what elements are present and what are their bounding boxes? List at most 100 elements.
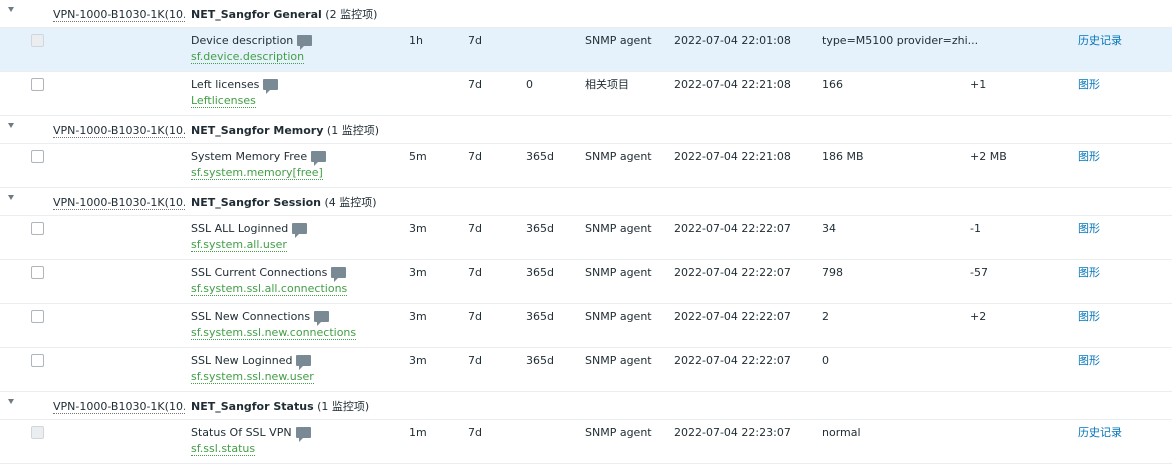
application-title: NET_Sangfor Memory [191, 124, 324, 137]
history-period: 7d [468, 222, 482, 235]
item-checkbox[interactable] [31, 310, 44, 323]
application-group-row: VPN-1000-B1030-1K(10... NET_Sangfor Gener… [0, 0, 1172, 28]
item-key: sf.system.all.user [191, 238, 287, 252]
item-count: (1 监控项) [326, 124, 379, 137]
description-icon[interactable] [295, 427, 311, 442]
item-name: SSL New Connections [191, 310, 330, 326]
last-check-time: 2022-07-04 22:01:08 [674, 34, 791, 47]
last-check-time: 2022-07-04 22:21:08 [674, 150, 791, 163]
item-type: SNMP agent [585, 310, 652, 323]
graph-link[interactable]: 图形 [1078, 266, 1100, 280]
item-row: SSL New Connections sf.system.ssl.new.con… [0, 304, 1172, 348]
last-value: 2 [822, 310, 829, 323]
item-key: sf.ssl.status [191, 442, 256, 456]
item-name: SSL Current Connections [191, 266, 347, 282]
last-check-time: 2022-07-04 22:22:07 [674, 354, 791, 367]
description-icon[interactable] [311, 151, 327, 166]
description-icon[interactable] [292, 223, 308, 238]
item-type: SNMP agent [585, 34, 652, 47]
last-value: type=M5100 provider=zhi... [822, 34, 979, 47]
item-name: SSL ALL Loginned [191, 222, 308, 238]
value-change: +1 [970, 78, 987, 91]
item-row: System Memory Free sf.system.memory[free]… [0, 144, 1172, 188]
trends-period: 365d [526, 266, 554, 279]
last-value: 166 [822, 78, 843, 91]
last-value: 34 [822, 222, 836, 235]
host-name-link[interactable]: VPN-1000-B1030-1K(10... [53, 400, 185, 414]
item-name: System Memory Free [191, 150, 327, 166]
last-check-time: 2022-07-04 22:23:07 [674, 426, 791, 439]
application-group-row: VPN-1000-B1030-1K(10... NET_Sangfor Statu… [0, 392, 1172, 420]
graph-link[interactable]: 图形 [1078, 150, 1100, 164]
update-interval: 1h [409, 34, 423, 47]
collapse-toggle-icon[interactable] [8, 399, 14, 404]
item-key: Leftlicenses [191, 94, 256, 108]
item-count: (1 监控项) [317, 400, 370, 413]
trends-period: 365d [526, 354, 554, 367]
trends-period: 365d [526, 310, 554, 323]
item-checkbox[interactable] [31, 222, 44, 235]
item-name: Left licenses [191, 78, 279, 94]
collapse-toggle-icon[interactable] [8, 7, 14, 12]
collapse-toggle-icon[interactable] [8, 195, 14, 200]
last-check-time: 2022-07-04 22:22:07 [674, 222, 791, 235]
application-name: NET_Sangfor Session (4 监控项) [191, 196, 377, 209]
item-type: SNMP agent [585, 150, 652, 163]
application-title: NET_Sangfor Session [191, 196, 322, 209]
item-checkbox[interactable] [31, 354, 44, 367]
item-row: Left licenses Leftlicenses 7d 0 相关项目 2022-07-… [0, 72, 1172, 116]
description-icon[interactable] [296, 355, 312, 370]
item-checkbox [31, 34, 44, 47]
item-key: sf.system.memory[free] [191, 166, 323, 180]
item-count: (4 监控项) [324, 196, 377, 209]
item-key: sf.device.description [191, 50, 305, 64]
collapse-toggle-icon[interactable] [8, 123, 14, 128]
item-name-label: Status Of SSL VPN [191, 426, 292, 439]
update-interval: 3m [409, 354, 427, 367]
graph-link[interactable]: 图形 [1078, 310, 1100, 324]
item-row: Status Of SSL VPN sf.ssl.status 1m 7d SNMP a… [0, 420, 1172, 464]
history-link[interactable]: 历史记录 [1078, 426, 1122, 440]
history-period: 7d [468, 150, 482, 163]
history-period: 7d [468, 34, 482, 47]
item-count: (2 监控项) [325, 8, 378, 21]
trends-period: 365d [526, 222, 554, 235]
graph-link[interactable]: 图形 [1078, 354, 1100, 368]
history-period: 7d [468, 78, 482, 91]
description-icon[interactable] [314, 311, 330, 326]
item-row: SSL New Loginned sf.system.ssl.new.user 3m… [0, 348, 1172, 392]
value-change: -1 [970, 222, 981, 235]
host-name-link[interactable]: VPN-1000-B1030-1K(10... [53, 124, 185, 138]
item-type: SNMP agent [585, 266, 652, 279]
last-check-time: 2022-07-04 22:22:07 [674, 310, 791, 323]
application-name: NET_Sangfor Status (1 监控项) [191, 400, 369, 413]
last-value: normal [822, 426, 861, 439]
application-group-row: VPN-1000-B1030-1K(10... NET_Sangfor Memor… [0, 116, 1172, 144]
item-key: sf.system.ssl.new.user [191, 370, 314, 384]
graph-link[interactable]: 图形 [1078, 78, 1100, 92]
host-name-link[interactable]: VPN-1000-B1030-1K(10... [53, 8, 185, 22]
application-name: NET_Sangfor Memory (1 监控项) [191, 124, 379, 137]
description-icon[interactable] [331, 267, 347, 282]
item-checkbox[interactable] [31, 266, 44, 279]
update-interval: 3m [409, 222, 427, 235]
item-name-label: SSL New Connections [191, 310, 311, 323]
history-link[interactable]: 历史记录 [1078, 34, 1122, 48]
application-title: NET_Sangfor Status [191, 400, 314, 413]
history-period: 7d [468, 266, 482, 279]
item-key: sf.system.ssl.all.connections [191, 282, 348, 296]
application-group-row: VPN-1000-B1030-1K(10... NET_Sangfor Sessi… [0, 188, 1172, 216]
item-name-label: Device description [191, 34, 294, 47]
item-checkbox [31, 426, 44, 439]
item-checkbox[interactable] [31, 78, 44, 91]
value-change: -57 [970, 266, 988, 279]
host-name-link[interactable]: VPN-1000-B1030-1K(10... [53, 196, 185, 210]
item-checkbox[interactable] [31, 150, 44, 163]
item-name-label: SSL Current Connections [191, 266, 328, 279]
graph-link[interactable]: 图形 [1078, 222, 1100, 236]
description-icon[interactable] [297, 35, 313, 50]
description-icon[interactable] [263, 79, 279, 94]
value-change: +2 [970, 310, 987, 323]
item-name-label: Left licenses [191, 78, 260, 91]
item-type: SNMP agent [585, 222, 652, 235]
